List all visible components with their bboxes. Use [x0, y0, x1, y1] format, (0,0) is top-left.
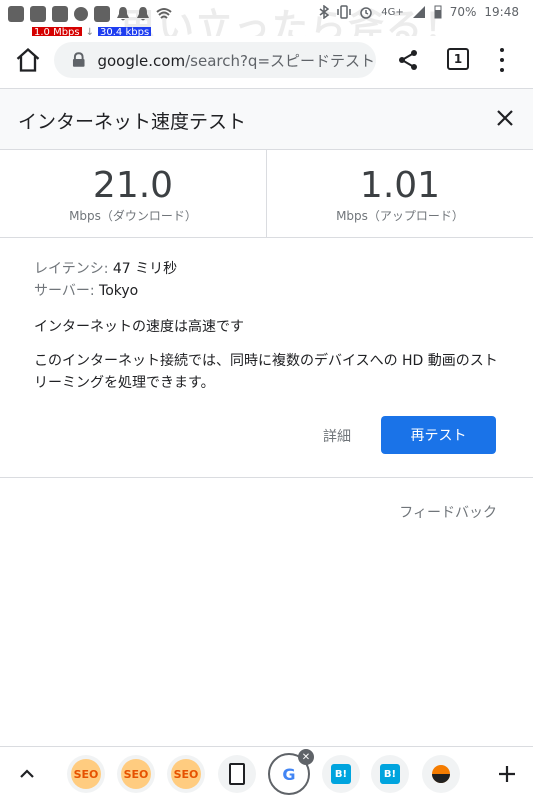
- tab-seo-1[interactable]: SEO: [67, 755, 105, 793]
- tab-phone[interactable]: [218, 755, 256, 793]
- system-icons: 4G+ 70% 19:48: [319, 5, 519, 19]
- speed-status: インターネットの速度は高速です: [34, 319, 244, 335]
- tab-hatena-2[interactable]: B!: [371, 755, 409, 793]
- tab-google-active[interactable]: G ✕: [268, 749, 314, 795]
- alarm-icon: [360, 7, 372, 19]
- app-icon: [30, 6, 46, 22]
- download-unit: Mbps（ダウンロード）: [69, 209, 197, 223]
- image-icon: [94, 6, 110, 22]
- chevron-up-icon[interactable]: [18, 765, 36, 783]
- tab-hatena-1[interactable]: B!: [322, 755, 360, 793]
- more-menu-icon[interactable]: [498, 48, 506, 72]
- clock: 19:48: [484, 5, 519, 19]
- record-icon: [74, 7, 88, 21]
- signal-icon: [412, 6, 425, 18]
- battery-icon: [434, 5, 442, 19]
- share-icon[interactable]: [396, 48, 420, 72]
- hatena-bookmark-icon: B!: [331, 764, 351, 784]
- speedtest-title: インターネット速度テスト: [18, 111, 247, 133]
- server-row: サーバー: Tokyo: [34, 280, 504, 302]
- gmail-icon: [8, 6, 24, 22]
- bell-icon: [117, 7, 129, 21]
- status-bar: 思い立ったら斧る！ 4G+ 70% 19:48 1.0 Mbps ↓ 30.4 …: [0, 0, 533, 48]
- speedtest-header: インターネット速度テスト: [0, 88, 533, 150]
- seo-favicon-icon: SEO: [71, 759, 101, 789]
- bottom-tab-strip: SEO SEO SEO G ✕ B! B!: [0, 746, 533, 801]
- url-bar[interactable]: google.com/search?q=スピードテスト&: [54, 42, 376, 78]
- latency-row: レイテンシ: 47 ミリ秒: [34, 258, 504, 280]
- tab-swirl[interactable]: [422, 755, 460, 793]
- url-path: /search?q=スピードテスト&: [185, 51, 376, 70]
- latency-value: 47 ミリ秒: [112, 261, 178, 277]
- tab-seo-2[interactable]: SEO: [117, 755, 155, 793]
- upload-unit: Mbps（アップロード）: [336, 209, 464, 223]
- seo-favicon-icon: SEO: [171, 759, 201, 789]
- tab-switcher-button[interactable]: 1: [447, 48, 469, 70]
- speed-results: 21.0 Mbps（ダウンロード） 1.01 Mbps（アップロード）: [0, 149, 533, 238]
- url-host: google.com: [97, 51, 186, 70]
- swirl-favicon-icon: [432, 765, 450, 783]
- server-value: Tokyo: [99, 283, 139, 299]
- speedtest-details: レイテンシ: 47 ミリ秒 サーバー: Tokyo インターネットの速度は高速で…: [34, 258, 504, 394]
- download-value: 21.0: [92, 165, 174, 206]
- notification-icons: [8, 6, 172, 22]
- latency-label: レイテンシ:: [34, 261, 113, 277]
- retest-button[interactable]: 再テスト: [381, 416, 496, 454]
- tab-seo-3[interactable]: SEO: [167, 755, 205, 793]
- bell-icon: [137, 7, 149, 21]
- lock-icon: [72, 52, 85, 67]
- new-tab-plus-icon[interactable]: [496, 763, 518, 785]
- battery-percent: 70%: [449, 5, 477, 19]
- seo-favicon-icon: SEO: [121, 759, 151, 789]
- details-link[interactable]: 詳細: [323, 426, 351, 446]
- google-favicon-icon: G: [282, 764, 296, 784]
- home-icon[interactable]: [14, 46, 42, 74]
- network-type: 4G+: [381, 6, 404, 18]
- close-icon[interactable]: [494, 107, 516, 129]
- feedback-link[interactable]: フィードバック: [399, 502, 497, 522]
- download-result: 21.0 Mbps（ダウンロード）: [0, 149, 267, 237]
- wifi-icon: [156, 8, 172, 19]
- divider: [0, 477, 533, 478]
- tab-close-icon[interactable]: ✕: [298, 749, 314, 765]
- hatena-bookmark-icon: B!: [380, 764, 400, 784]
- upload-result: 1.01 Mbps（アップロード）: [267, 149, 533, 237]
- browser-toolbar: google.com/search?q=スピードテスト& 1: [0, 36, 533, 84]
- upload-value: 1.01: [359, 165, 441, 206]
- server-label: サーバー:: [34, 283, 100, 299]
- url-text: google.com/search?q=スピードテスト&: [97, 50, 376, 71]
- speed-description: このインターネット接続では、同時に複数のデバイスへの HD 動画のストリーミング…: [34, 353, 498, 391]
- phone-favicon-icon: [229, 763, 245, 785]
- sync-icon: [52, 6, 68, 22]
- bluetooth-icon: [319, 5, 330, 19]
- vibrate-icon: [337, 5, 351, 19]
